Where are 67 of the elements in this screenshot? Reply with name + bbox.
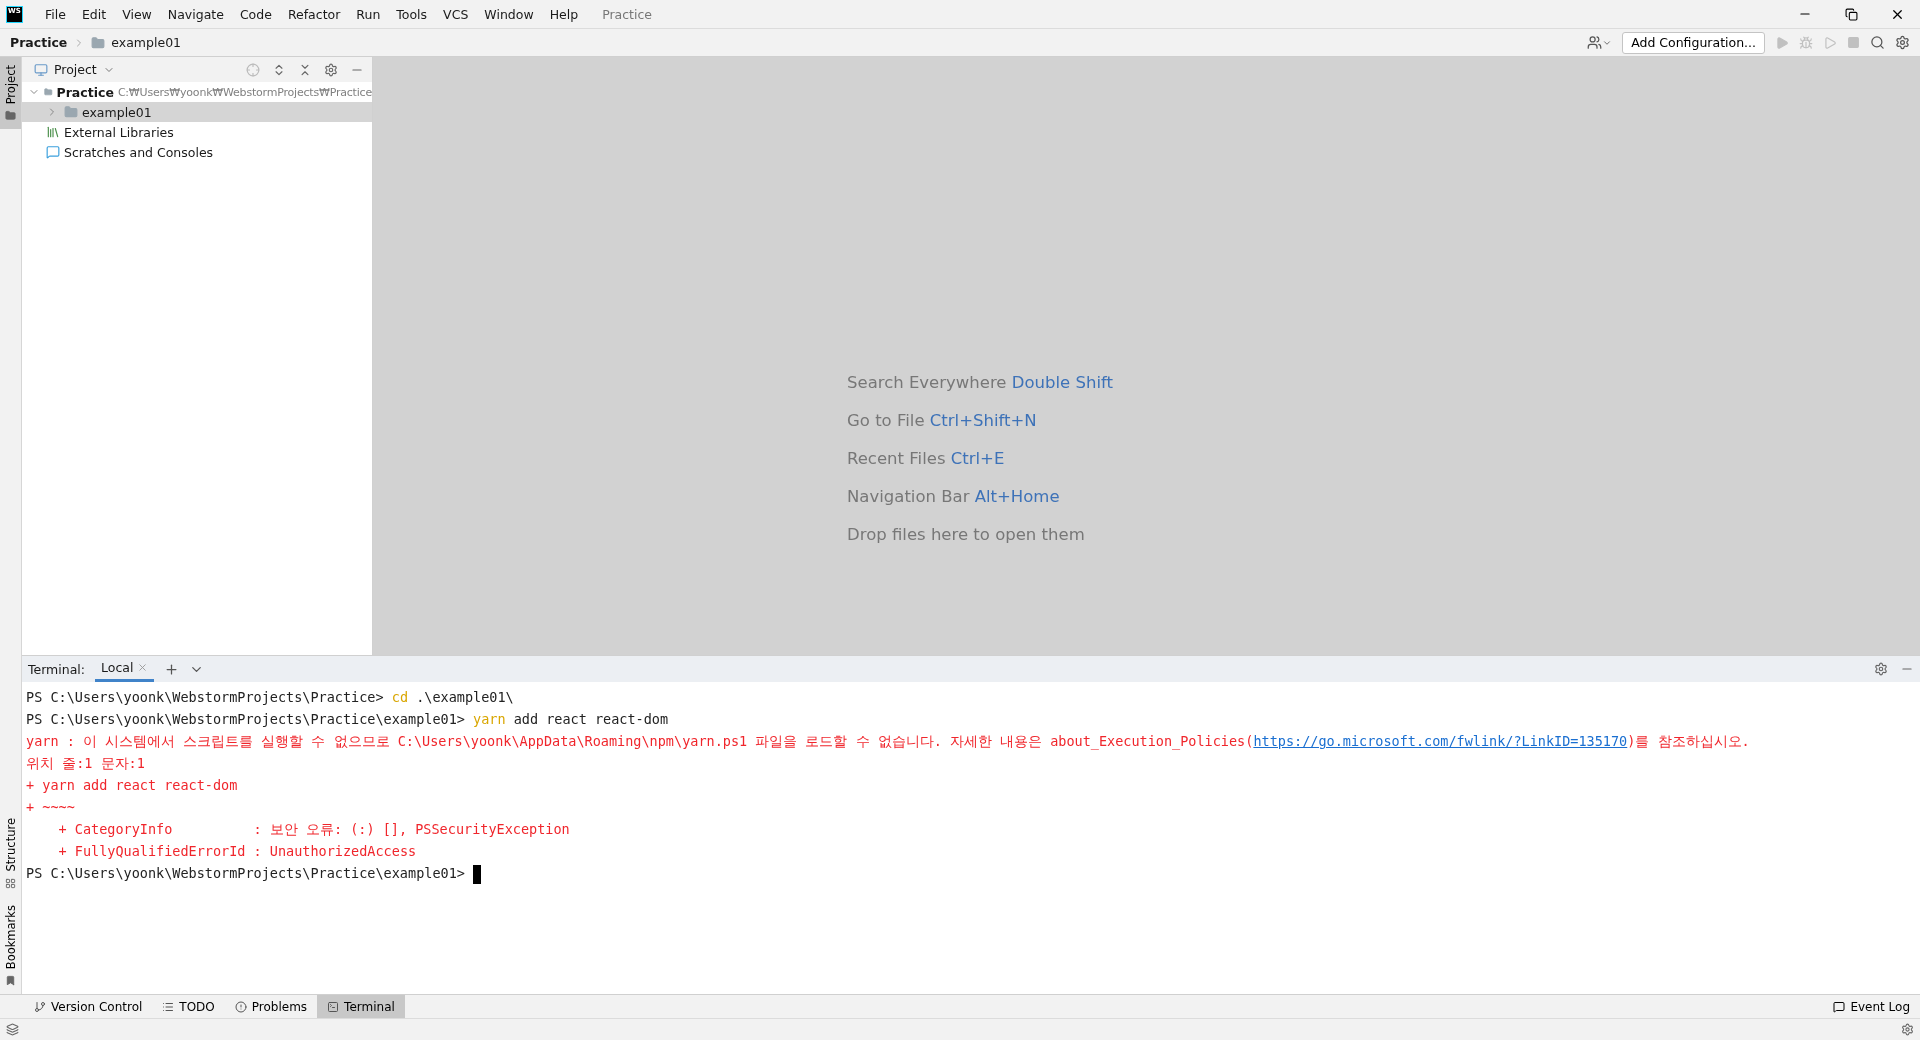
tool-window-tab[interactable]: Project xyxy=(0,57,21,130)
settings-icon[interactable] xyxy=(1895,35,1910,50)
window-icon xyxy=(34,62,48,77)
settings-icon[interactable] xyxy=(324,62,338,77)
vcs-icon xyxy=(34,1000,46,1013)
breadcrumb[interactable]: Practice xyxy=(10,35,68,50)
breadcrumb[interactable]: example01 xyxy=(111,35,182,50)
add-configuration-button[interactable]: Add Configuration... xyxy=(1622,31,1765,54)
terminal-line: yarn : 이 시스템에서 스크립트를 실행할 수 없으므로 C:\Users\yoonk\AppData\Roaming\npm\yarn.ps1 파일을 로드할 수 없습니다. 자세한 내용은 about_Execution_Policies(https://go.microsoft.com/fwlink/?LinkID=135170)를 참조하십시오. xyxy=(26,732,1751,752)
terminal-label: Terminal: xyxy=(28,661,86,677)
problems-icon xyxy=(234,1000,247,1013)
tool-window-tab[interactable]: Bookmarks xyxy=(0,896,21,994)
folder-icon xyxy=(64,105,78,119)
scratch-icon xyxy=(46,145,60,159)
editor-hint: Recent Files Ctrl+E xyxy=(847,449,1005,468)
bookmark-icon xyxy=(5,975,16,986)
terminal-line: + FullyQualifiedErrorId : UnauthorizedAccess xyxy=(57,842,418,861)
add-icon[interactable] xyxy=(164,661,180,677)
collapse-all-icon[interactable] xyxy=(298,62,312,77)
library-icon xyxy=(46,125,60,139)
terminal-line: 위치 줄:1 문자:1 xyxy=(26,754,146,773)
users-icon[interactable] xyxy=(1587,35,1603,50)
text-cursor xyxy=(473,864,482,884)
folder-icon xyxy=(91,35,106,50)
terminal-line: PS C:\Users\yoonk\WebstormProjects\Practice\example01> xyxy=(26,862,1916,884)
tree-item[interactable]: example01 xyxy=(22,102,372,122)
menu-item[interactable]: File xyxy=(37,6,74,22)
tool-window-tab[interactable]: Terminal xyxy=(317,995,405,1018)
menu-item[interactable]: Window xyxy=(476,6,542,22)
tree-item[interactable]: Scratches and Consoles xyxy=(22,142,372,162)
tool-window-tab[interactable]: Version Control xyxy=(24,995,153,1018)
window-title: Practice xyxy=(602,6,653,22)
event-log-button[interactable]: Event Log xyxy=(1823,995,1920,1018)
menu-item[interactable]: Tools xyxy=(388,6,436,22)
menu-item[interactable]: Navigate xyxy=(159,6,232,22)
menu-item[interactable]: Run xyxy=(348,6,389,22)
folder-icon xyxy=(5,110,16,122)
terminal-line: + CategoryInfo : 보안 오류: (:) [], PSSecurityException xyxy=(57,820,571,839)
tool-window-tab[interactable]: Problems xyxy=(224,995,318,1018)
editor-hint: Search Everywhere Double Shift xyxy=(847,373,1113,392)
grid-icon xyxy=(5,877,16,889)
editor-hint: Navigation Bar Alt+Home xyxy=(847,487,1060,506)
menu-item[interactable]: Refactor xyxy=(279,6,349,22)
tree-item[interactable]: External Libraries xyxy=(22,122,372,142)
menu-item[interactable]: VCS xyxy=(435,6,477,22)
link[interactable]: https://go.microsoft.com/fwlink/?LinkID=135170 xyxy=(1253,733,1628,749)
restore-icon[interactable] xyxy=(1844,7,1858,21)
terminal-line: PS C:\Users\yoonk\WebstormProjects\Practice\example01> yarn add react react-dom xyxy=(26,710,670,729)
panel-title[interactable]: Project xyxy=(34,62,115,77)
path-hint: C:₩Users₩yoonk₩WebstormProjects₩Practice xyxy=(117,85,372,99)
search-icon[interactable] xyxy=(1870,35,1885,50)
terminal-line: + ~~~~ xyxy=(26,798,76,817)
menu-item[interactable]: View xyxy=(114,6,160,22)
terminal-icon xyxy=(327,1000,340,1013)
menu-item[interactable]: Code xyxy=(231,6,280,22)
speech-bubble-icon xyxy=(1833,1000,1846,1013)
terminal-line: PS C:\Users\yoonk\WebstormProjects\Practice> cd .\example01\ xyxy=(26,688,515,707)
terminal-line: + yarn add react react-dom xyxy=(26,776,239,795)
tree-item[interactable]: Practice C:₩Users₩yoonk₩WebstormProjects₩Practice xyxy=(22,82,372,102)
todo-icon xyxy=(162,1000,175,1013)
menu-item[interactable]: Edit xyxy=(73,6,115,22)
settings-icon[interactable] xyxy=(1874,662,1888,676)
editor-hint: Drop files here to open them xyxy=(847,525,1085,544)
tool-window-tab[interactable]: Structure xyxy=(0,810,21,897)
editor-hint: Go to File Ctrl+Shift+N xyxy=(847,411,1037,430)
menu-item[interactable]: Help xyxy=(541,6,587,22)
tool-window-tab[interactable]: TODO xyxy=(152,995,225,1018)
